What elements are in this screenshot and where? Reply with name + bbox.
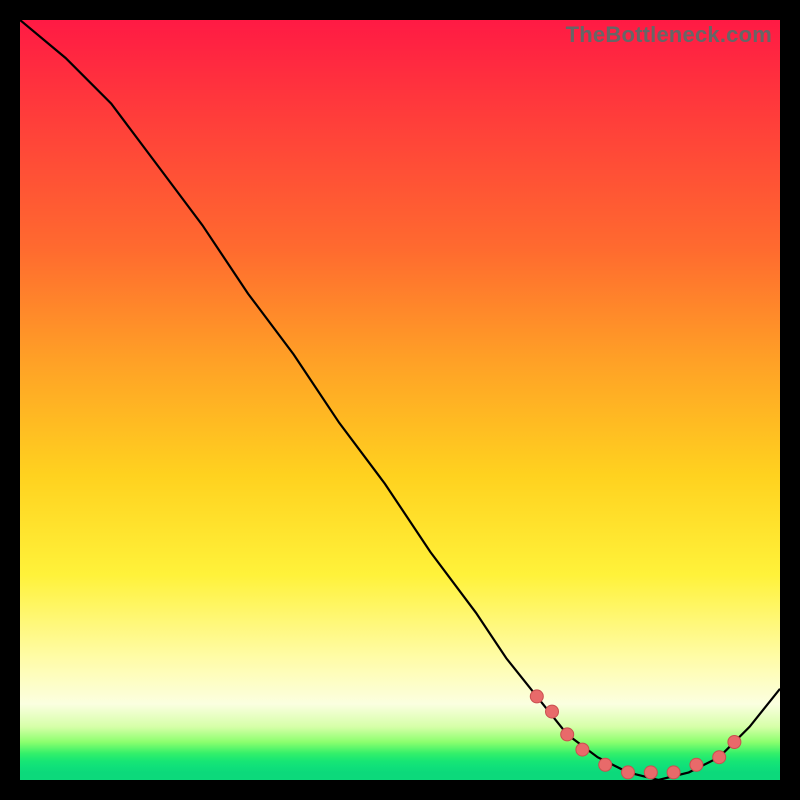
gradient-plot-area: TheBottleneck.com — [20, 20, 780, 780]
marker-dot — [713, 751, 726, 764]
marker-dot — [546, 705, 559, 718]
marker-dot — [561, 728, 574, 741]
marker-dot — [599, 758, 612, 771]
marker-dot — [690, 758, 703, 771]
marker-dot — [530, 690, 543, 703]
marker-dot — [622, 766, 635, 779]
marker-dot — [667, 766, 680, 779]
chart-frame: TheBottleneck.com — [0, 0, 800, 800]
bottleneck-curve — [20, 20, 780, 780]
marker-dot — [644, 766, 657, 779]
highlight-markers — [530, 690, 741, 779]
curve-layer — [20, 20, 780, 780]
marker-dot — [728, 736, 741, 749]
marker-dot — [576, 743, 589, 756]
